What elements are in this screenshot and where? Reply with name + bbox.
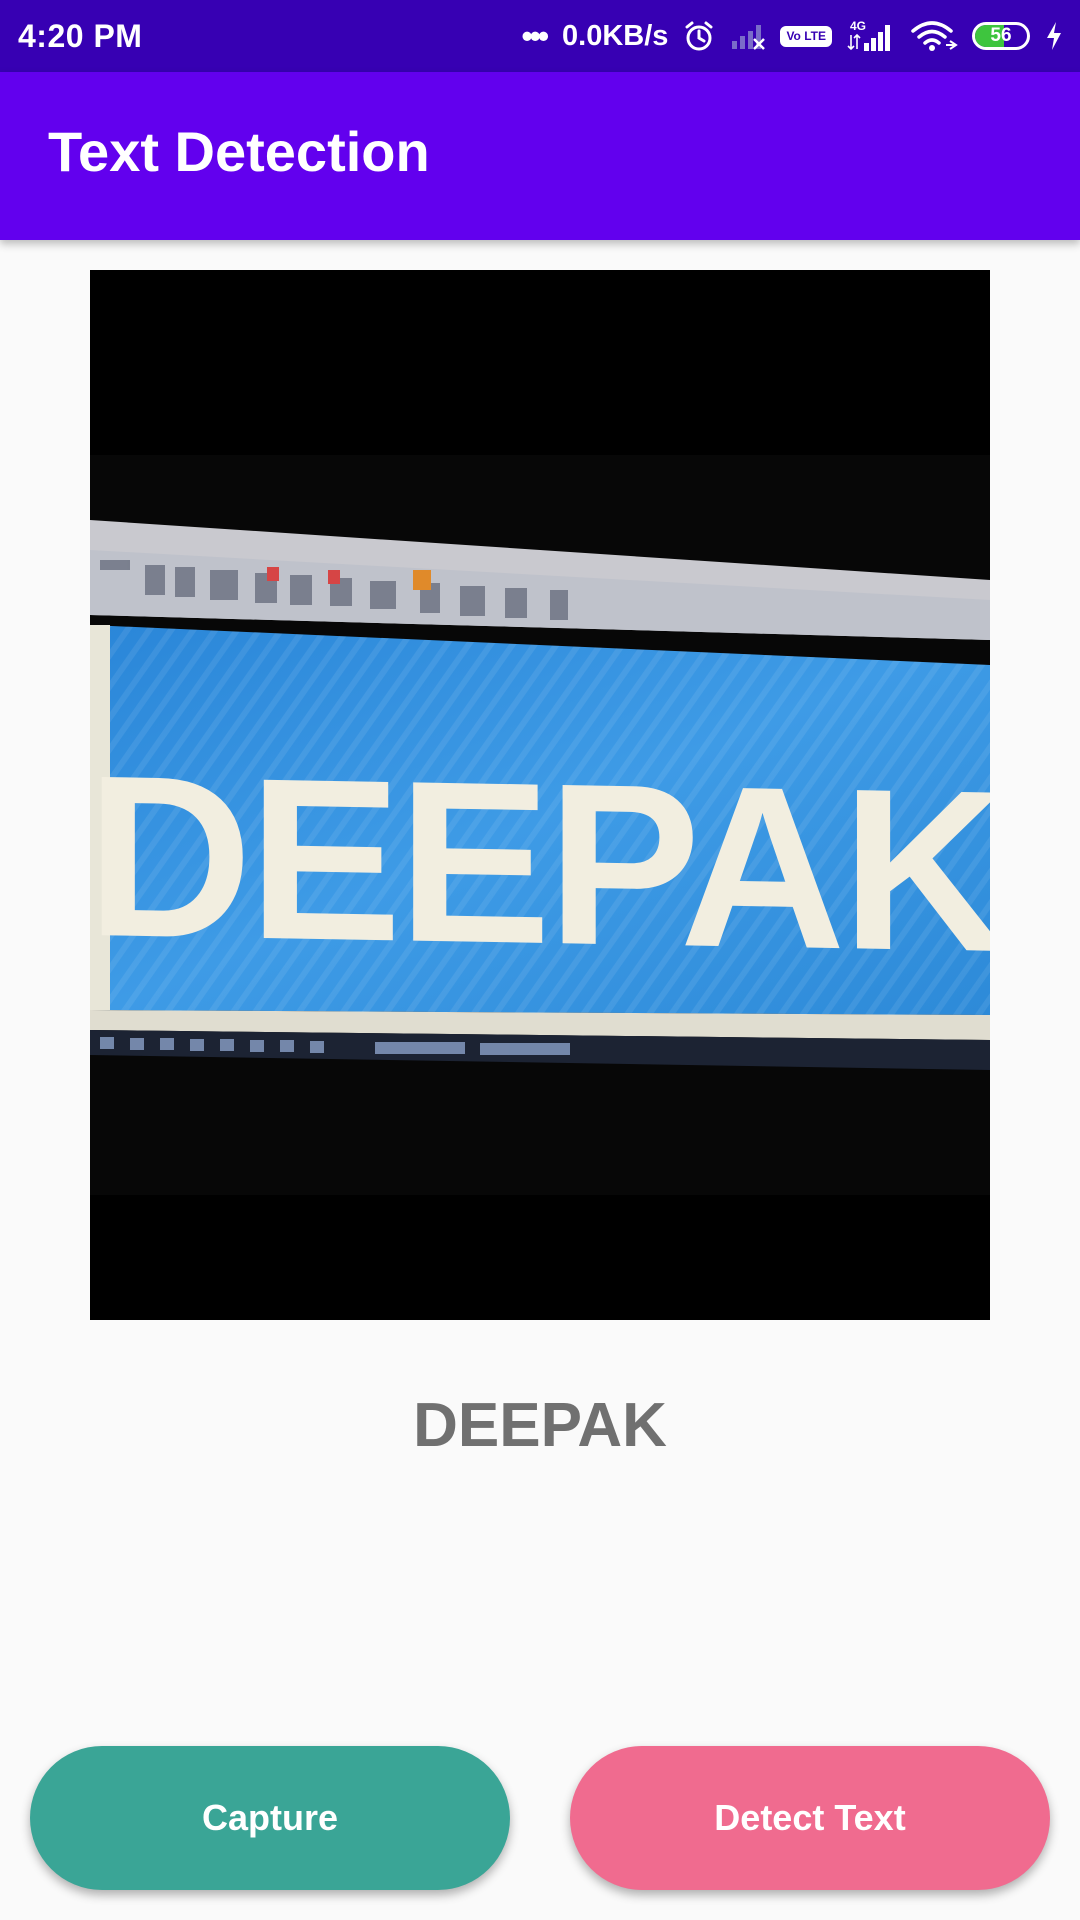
network-speed: 0.0KB/s xyxy=(562,19,669,52)
signal-weak-icon xyxy=(730,21,766,51)
signal-4g-icon: 4G xyxy=(846,19,896,53)
detected-text-result: DEEPAK xyxy=(413,1391,667,1460)
status-bar: 4:20 PM ••• 0.0KB/s Vo LTE 4G 56 xyxy=(0,0,1080,72)
battery-icon: 56 xyxy=(972,22,1030,50)
captured-photo-image: DEEPAK xyxy=(90,270,990,1320)
status-icons: ••• 0.0KB/s Vo LTE 4G 56 xyxy=(521,18,1064,55)
app-title: Text Detection xyxy=(48,119,430,183)
battery-level: 56 xyxy=(990,25,1012,46)
alarm-icon xyxy=(682,19,716,53)
status-time: 4:20 PM xyxy=(18,17,143,54)
captured-photo: DEEPAK xyxy=(90,270,990,1320)
network-type-label: 4G xyxy=(850,19,866,33)
notification-dots: ••• xyxy=(521,17,549,54)
capture-button[interactable]: Capture xyxy=(30,1746,510,1890)
charging-icon xyxy=(1044,20,1064,52)
detect-text-button[interactable]: Detect Text xyxy=(570,1746,1050,1890)
volte-icon: Vo LTE xyxy=(780,25,832,47)
wifi-icon xyxy=(910,19,958,53)
app-bar: Text Detection xyxy=(0,72,1080,240)
photo-word: DEEPAK xyxy=(90,727,990,1000)
